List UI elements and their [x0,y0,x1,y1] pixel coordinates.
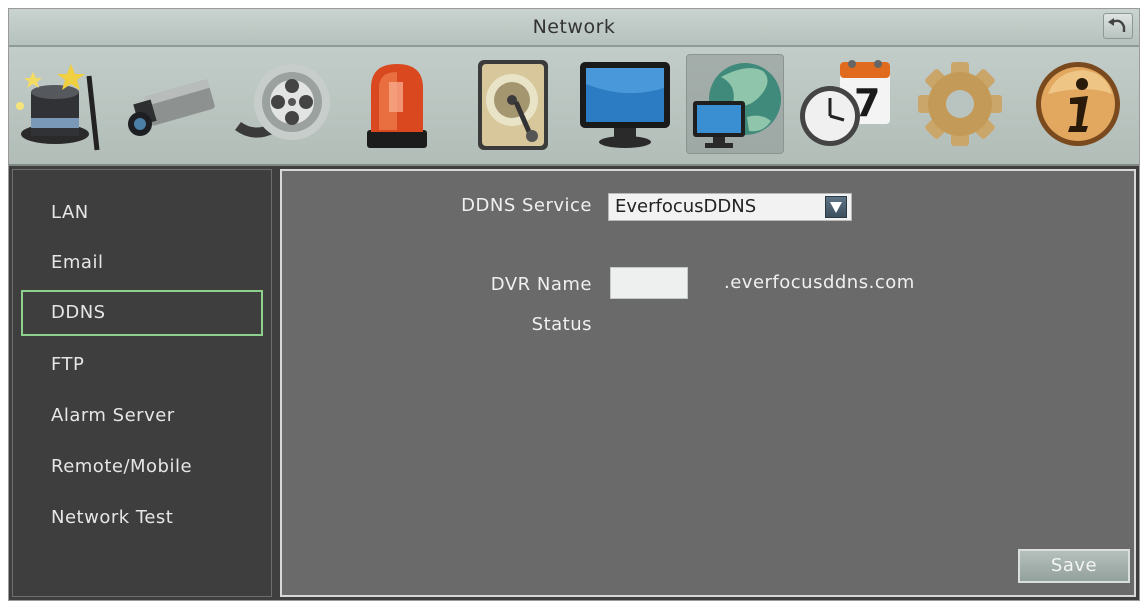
sidebar-item-alarm-server[interactable]: Alarm Server [21,393,263,439]
tool-settings[interactable] [911,54,1009,154]
sidebar-item-ddns[interactable]: DDNS [21,290,263,336]
settings-gear-icon [918,62,1002,146]
ddns-service-label: DDNS Service [461,195,592,216]
status-label: Status [531,314,592,335]
tool-camera[interactable] [122,54,220,154]
hard-disk-icon [478,60,548,150]
window-title: Network [532,16,616,38]
sidebar-item-email[interactable]: Email [21,240,263,286]
info-icon [1036,62,1120,146]
main-toolbar: 7 [9,47,1139,166]
tool-wizard[interactable] [11,54,109,154]
tool-disk[interactable] [464,54,562,154]
save-button[interactable]: Save [1018,549,1130,583]
domain-suffix: .everfocusddns.com [724,272,915,293]
tool-network[interactable] [686,54,784,154]
schedule-calendar-icon: 7 [800,60,890,146]
sidebar-item-lan[interactable]: LAN [21,190,263,236]
tool-display[interactable] [576,54,674,154]
sidebar-item-network-test[interactable]: Network Test [21,495,263,541]
tool-schedule[interactable]: 7 [796,54,894,154]
dvr-window: Network 7 LAN Email DDNS FTP Alarm Serve… [8,8,1140,601]
monitor-icon [580,62,670,148]
title-bar: Network [9,9,1139,47]
ddns-settings-panel: DDNS Service EverfocusDDNS DVR Name .eve… [280,169,1136,597]
magic-wizard-icon [16,64,100,151]
sidebar-item-ftp[interactable]: FTP [21,342,263,388]
network-globe-icon [693,63,781,148]
sidebar-item-remote-mobile[interactable]: Remote/Mobile [21,444,263,490]
film-reel-icon [235,64,330,140]
tool-info[interactable] [1026,54,1124,154]
alarm-light-icon [367,64,427,148]
return-arrow-icon [1108,18,1126,32]
camera-icon [128,79,215,136]
ddns-service-select[interactable]: EverfocusDDNS [608,193,852,221]
dvr-name-label: DVR Name [490,274,592,295]
back-button[interactable] [1103,13,1133,39]
ddns-service-value: EverfocusDDNS [615,196,757,217]
tool-playback[interactable] [234,54,332,154]
network-submenu: LAN Email DDNS FTP Alarm Server Remote/M… [12,169,272,597]
dropdown-arrow-icon [825,196,847,218]
tool-alarm[interactable] [349,54,447,154]
dvr-name-input[interactable] [610,267,688,299]
